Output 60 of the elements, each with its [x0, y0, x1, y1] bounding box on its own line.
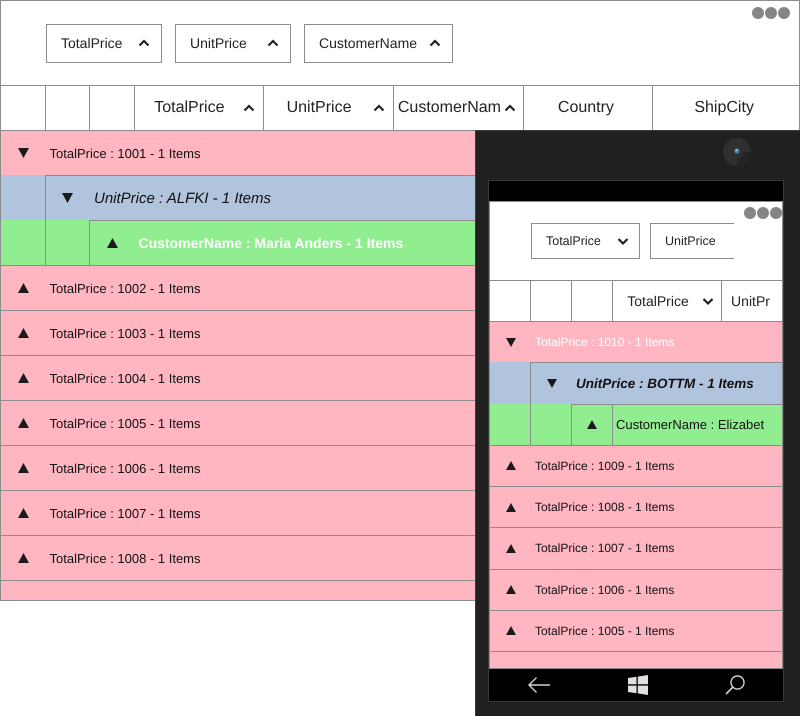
- group-by-chip[interactable]: TotalPrice: [46, 24, 162, 62]
- group-caption: CustomerName : Elizabet: [616, 417, 764, 432]
- triangle-down-icon[interactable]: [506, 338, 516, 347]
- triangle-down-icon[interactable]: [546, 378, 556, 388]
- column-header[interactable]: TotalPrice: [134, 86, 264, 130]
- group-caption: TotalPrice : 1007 - 1 Items: [535, 541, 674, 556]
- triangle-up-icon[interactable]: [506, 461, 516, 470]
- triangle-down-icon[interactable]: [18, 148, 29, 158]
- column-header[interactable]: UnitPrice: [264, 86, 394, 130]
- column-header[interactable]: ShipCity: [653, 86, 799, 130]
- triangle-up-icon[interactable]: [506, 626, 516, 636]
- triangle-up-icon[interactable]: [18, 508, 29, 518]
- triangle-up-icon[interactable]: [18, 463, 29, 473]
- triangle-up-icon[interactable]: [506, 502, 516, 512]
- triangle-up-icon[interactable]: [18, 328, 29, 338]
- group-by-chip[interactable]: UnitPrice: [650, 223, 734, 259]
- triangle-up-icon[interactable]: [106, 238, 118, 248]
- chevron-down-icon[interactable]: [702, 296, 714, 306]
- chevron-up-icon[interactable]: [372, 103, 385, 113]
- more-icon[interactable]: [752, 7, 790, 19]
- group-caption: TotalPrice : 1007 - 1 Items: [50, 506, 201, 520]
- triangle-up-icon[interactable]: [18, 373, 29, 383]
- group-caption: TotalPrice : 1008 - 1 Items: [50, 550, 201, 566]
- chevron-up-icon[interactable]: [138, 38, 150, 48]
- tiles-icon[interactable]: [628, 675, 648, 695]
- more-icon[interactable]: [744, 207, 782, 219]
- column-header[interactable]: UnitPr: [722, 281, 782, 321]
- chevron-up-icon[interactable]: [429, 38, 442, 48]
- back-arrow-icon[interactable]: [527, 676, 552, 694]
- chevron-up-icon[interactable]: [504, 103, 516, 113]
- group-caption: TotalPrice : 1006 - 1 Items: [50, 460, 201, 476]
- group-caption: TotalPrice : 1010 - 1 Items: [535, 335, 674, 350]
- triangle-up-icon[interactable]: [18, 283, 29, 293]
- triangle-up-icon[interactable]: [18, 418, 29, 428]
- triangle-up-icon[interactable]: [506, 585, 516, 594]
- group-by-chip[interactable]: UnitPrice: [175, 24, 291, 62]
- group-caption: UnitPrice : ALFKI - 1 Items: [94, 190, 271, 206]
- group-by-chip[interactable]: TotalPrice: [531, 223, 640, 259]
- triangle-down-icon[interactable]: [62, 193, 74, 203]
- group-caption: TotalPrice : 1005 - 1 Items: [535, 624, 674, 638]
- group-caption: TotalPrice : 1009 - 1 Items: [535, 458, 674, 473]
- group-caption: TotalPrice : 1004 - 1 Items: [50, 370, 201, 386]
- group-caption: TotalPrice : 1002 - 1 Items: [50, 280, 201, 296]
- chevron-up-icon[interactable]: [243, 103, 256, 113]
- group-caption: UnitPrice : BOTTM - 1 Items: [576, 376, 754, 391]
- group-caption: TotalPrice : 1008 - 1 Items: [535, 500, 674, 514]
- group-caption: TotalPrice : 1005 - 1 Items: [50, 416, 201, 430]
- column-header[interactable]: TotalPrice: [613, 281, 722, 321]
- chevron-down-icon[interactable]: [617, 236, 629, 246]
- search-icon[interactable]: [724, 675, 745, 695]
- group-by-chip[interactable]: CustomerName: [304, 24, 454, 62]
- group-caption: TotalPrice : 1001 - 1 Items: [50, 146, 201, 160]
- group-caption: TotalPrice : 1003 - 1 Items: [50, 326, 201, 340]
- triangle-up-icon[interactable]: [506, 544, 516, 553]
- triangle-up-icon[interactable]: [587, 420, 597, 430]
- triangle-up-icon[interactable]: [18, 553, 29, 563]
- group-caption: CustomerName : Maria Anders - 1 Items: [138, 235, 404, 251]
- camera-icon: [723, 138, 751, 166]
- group-caption: TotalPrice : 1006 - 1 Items: [535, 582, 674, 597]
- chevron-up-icon[interactable]: [267, 38, 279, 48]
